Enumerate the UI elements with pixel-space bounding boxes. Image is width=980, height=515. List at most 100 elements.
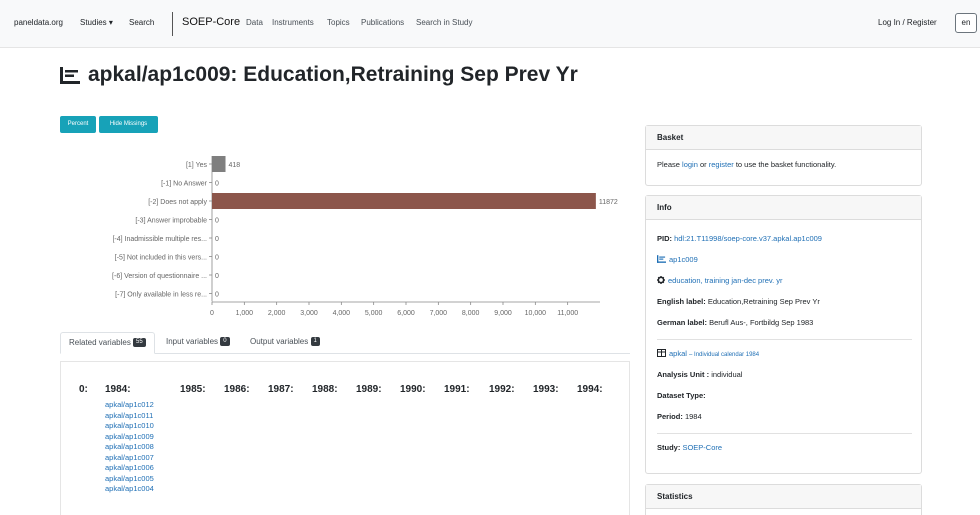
related-variables-pane: 0: 1984: 1985: 1986: 1987: 1988: 1989: 1… [60, 361, 630, 515]
count-badge: 55 [133, 338, 146, 348]
x-tick-label: 5,000 [365, 310, 383, 317]
topic-row: education, training jan-dec prev. yr [657, 276, 783, 285]
variable-link[interactable]: ap1c009 [669, 255, 698, 264]
x-tick-label: 0 [210, 310, 214, 317]
nav-publications-link[interactable]: Publications [361, 18, 404, 27]
basket-text: to use the basket functionality. [733, 160, 837, 169]
nav-divider [172, 12, 173, 36]
tab-label: Input variables [166, 337, 219, 346]
year-heading: 1985: [180, 384, 206, 395]
analysis-unit-key: Analysis Unit : [657, 370, 710, 379]
related-index: 0: [79, 384, 88, 395]
related-variable-link[interactable]: apkal/ap1c009 [105, 432, 154, 443]
nav-instruments-link[interactable]: Instruments [272, 18, 314, 27]
study-link[interactable]: SOEP-Core [682, 443, 722, 452]
y-tick-label: [-7] Only available in less re... [115, 292, 207, 299]
related-variable-link[interactable]: apkal/ap1c004 [105, 484, 154, 495]
german-label-row: German label: Berufl Aus-, Fortbildg Sep… [657, 318, 813, 327]
basket-body: Please login or register to use the bask… [646, 150, 921, 179]
x-tick-label: 1,000 [236, 310, 254, 317]
related-variable-link[interactable]: apkal/ap1c006 [105, 463, 154, 474]
y-tick-label: [-6] Version of questionnaire ... [112, 273, 207, 280]
login-register-link[interactable]: Log In / Register [878, 18, 937, 27]
register-link[interactable]: register [709, 160, 734, 169]
statistics-header: Statistics [646, 485, 921, 509]
year-heading: 1987: [268, 384, 294, 395]
bar-value-label: 0 [215, 292, 219, 299]
study-row: Study: SOEP-Core [657, 443, 722, 452]
x-tick-label: 6,000 [397, 310, 415, 317]
percent-button[interactable]: Percent [60, 116, 96, 133]
analysis-unit-row: Analysis Unit : individual [657, 370, 742, 379]
nav-topics-link[interactable]: Topics [327, 18, 350, 27]
english-label-value: Education,Retraining Sep Prev Yr [707, 297, 820, 306]
x-tick-label: 8,000 [462, 310, 480, 317]
year-heading: 1991: [444, 384, 470, 395]
basket-header: Basket [646, 126, 921, 150]
bar [212, 193, 596, 209]
search-link[interactable]: Search [129, 18, 154, 27]
related-variable-link[interactable]: apkal/ap1c005 [105, 474, 154, 485]
bar-value-label: 0 [215, 218, 219, 225]
brand-link[interactable]: paneldata.org [14, 18, 63, 27]
x-tick-label: 9,000 [494, 310, 512, 317]
x-tick-label: 2,000 [268, 310, 286, 317]
dataset-link[interactable]: apkal [669, 349, 687, 358]
bar-value-label: 0 [215, 273, 219, 280]
bar-value-label: 0 [215, 255, 219, 262]
dataset-type-row: Dataset Type: [657, 391, 706, 400]
year-heading: 1992: [489, 384, 515, 395]
variable-tabs: Related variables 55 Input variables 0 O… [60, 332, 630, 354]
tab-related-variables[interactable]: Related variables 55 [60, 332, 155, 354]
y-tick-label: [-3] Answer improbable [135, 218, 207, 225]
year-heading: 1984: [105, 384, 131, 395]
y-tick-label: [-5] Not included in this vers... [115, 255, 207, 262]
related-variable-link[interactable]: apkal/ap1c011 [105, 411, 154, 422]
study-key: Study: [657, 443, 681, 452]
gear-icon [657, 276, 665, 284]
tab-output-variables[interactable]: Output variables 1 [242, 332, 328, 354]
tab-label: Output variables [250, 337, 309, 346]
y-tick-label: [1] Yes [186, 162, 208, 169]
related-variable-link[interactable]: apkal/ap1c008 [105, 442, 154, 453]
year-heading: 1986: [224, 384, 250, 395]
related-variable-link[interactable]: apkal/ap1c012 [105, 400, 154, 411]
nav-search-in-study-link[interactable]: Search in Study [416, 18, 472, 27]
german-label-key: German label: [657, 318, 708, 327]
basket-card: Basket Please login or register to use t… [645, 125, 922, 186]
year-heading: 1990: [400, 384, 426, 395]
studies-dropdown[interactable]: Studies ▾ [80, 18, 113, 27]
study-brand-link[interactable]: SOEP-Core [182, 16, 240, 28]
related-variable-link[interactable]: apkal/ap1c010 [105, 421, 154, 432]
count-badge: 1 [310, 337, 320, 347]
basket-text: or [697, 160, 709, 169]
period-row: Period: 1984 [657, 412, 702, 421]
year-heading: 1989: [356, 384, 382, 395]
info-card: Info PID: hdl:21.T11998/soep-core.v37.ap… [645, 195, 922, 474]
bar [212, 156, 226, 172]
x-tick-label: 4,000 [333, 310, 351, 317]
info-header: Info [646, 196, 921, 220]
hide-missings-button[interactable]: Hide Missings [99, 116, 158, 133]
y-tick-label: [-2] Does not apply [148, 199, 207, 206]
tab-input-variables[interactable]: Input variables 0 [158, 332, 238, 354]
bar-value-label: 11872 [599, 199, 618, 206]
x-tick-label: 3,000 [300, 310, 318, 317]
german-label-value: Berufl Aus-, Fortbildg Sep 1983 [709, 318, 814, 327]
basket-text: Please [657, 160, 683, 169]
language-button[interactable]: en [955, 13, 977, 33]
variable-icon [657, 255, 666, 263]
x-tick-label: 11,000 [557, 310, 578, 317]
tab-label: Related variables [69, 338, 131, 347]
dataset-type-key: Dataset Type: [657, 391, 706, 400]
login-link[interactable]: login [682, 160, 698, 169]
year-heading: 1988: [312, 384, 338, 395]
pid-link[interactable]: hdl:21.T11998/soep-core.v37.apkal.ap1c00… [674, 234, 822, 243]
info-divider [657, 433, 912, 434]
topic-link[interactable]: education, training jan-dec prev. yr [668, 276, 783, 285]
related-variable-list: apkal/ap1c012 apkal/ap1c011 apkal/ap1c01… [105, 400, 154, 495]
related-variable-link[interactable]: apkal/ap1c007 [105, 453, 154, 464]
nav-data-link[interactable]: Data [246, 18, 263, 27]
period-key: Period: [657, 412, 683, 421]
table-icon [657, 349, 666, 357]
